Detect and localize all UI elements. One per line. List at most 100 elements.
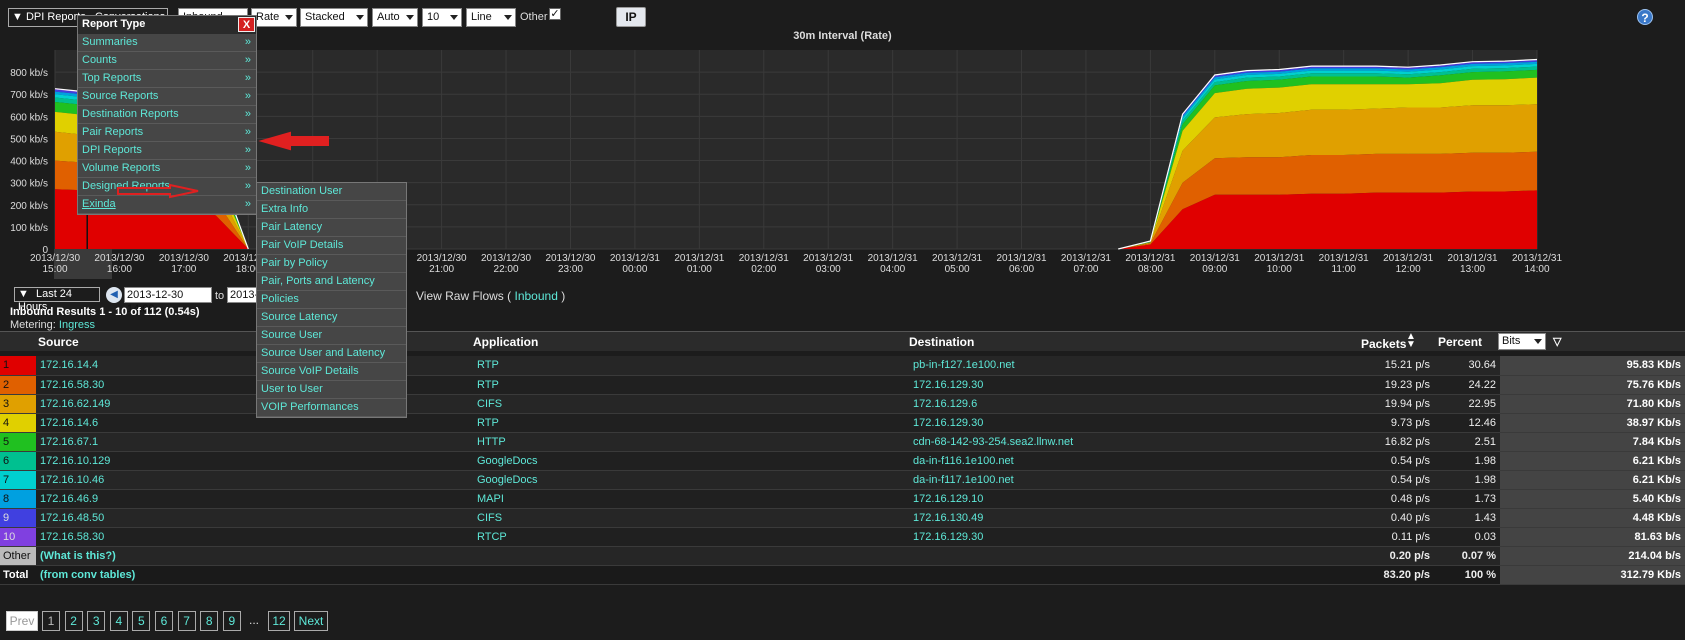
destination-link[interactable]: pb-in-f127.1e100.net — [909, 356, 1329, 376]
chart-style-select[interactable]: Line — [466, 8, 516, 27]
header-source[interactable]: Source — [38, 335, 79, 349]
destination-link[interactable]: cdn-68-142-93-254.sea2.llnw.net — [909, 432, 1329, 452]
from-date-input[interactable]: 2013-12-30 14:00 — [124, 287, 212, 315]
ip-button[interactable]: IP — [616, 7, 646, 27]
source-link[interactable]: 172.16.58.30 — [36, 375, 473, 395]
source-link[interactable]: 172.16.58.30 — [36, 527, 473, 547]
application-link[interactable]: RTCP — [473, 527, 909, 547]
page-9-button[interactable]: 9 — [222, 611, 241, 631]
header-destination[interactable]: Destination — [909, 335, 974, 349]
help-icon[interactable]: ? — [1637, 9, 1653, 25]
header-packets[interactable]: Packets — [1361, 337, 1406, 351]
submenu-item-source-voip-details[interactable]: Source VoIP Details — [257, 363, 406, 381]
submenu-item-source-user-and-latency[interactable]: Source User and Latency — [257, 345, 406, 363]
header-application[interactable]: Application — [473, 335, 538, 349]
scale-select[interactable]: Auto — [372, 8, 418, 27]
next-button[interactable]: Next — [294, 611, 328, 631]
stack-select[interactable]: Stacked — [300, 8, 368, 27]
percent-value: 1.73 — [1434, 489, 1500, 509]
application-link[interactable]: GoogleDocs — [473, 451, 909, 471]
destination-link[interactable]: da-in-f117.1e100.net — [909, 470, 1329, 490]
application-link[interactable]: MAPI — [473, 489, 909, 509]
chevron-right-icon: » — [244, 108, 251, 120]
packets-value: 0.40 p/s — [1329, 508, 1434, 528]
annotation-arrows — [117, 131, 329, 199]
source-link[interactable]: 172.16.67.1 — [36, 432, 473, 452]
menu-item-summaries[interactable]: Summaries » — [78, 34, 256, 52]
column-menu-icon[interactable]: ▽ — [1553, 335, 1561, 348]
destination-link[interactable]: 172.16.130.49 — [909, 508, 1329, 528]
source-link[interactable]: 172.16.14.6 — [36, 413, 473, 433]
x-tick-date: 2013/12/30 — [417, 253, 467, 264]
table-row: 3 172.16.62.149 CIFS 172.16.129.6 19.94 p/s 2… — [0, 394, 1685, 414]
submenu-item-user-to-user[interactable]: User to User — [257, 381, 406, 399]
x-tick-date: 2013/12/31 — [932, 253, 982, 264]
submenu-item-source-user[interactable]: Source User — [257, 327, 406, 345]
destination-link[interactable]: 172.16.129.10 — [909, 489, 1329, 509]
x-tick-time: 14:00 — [1524, 264, 1549, 275]
submenu-item-policies[interactable]: Policies — [257, 291, 406, 309]
x-tick-date: 2013/12/31 — [1254, 253, 1304, 264]
source-link[interactable]: 172.16.62.149 — [36, 394, 473, 414]
page-7-button[interactable]: 7 — [177, 611, 196, 631]
pager-ellipsis: ... — [244, 611, 264, 631]
menu-item-top-reports[interactable]: Top Reports » — [78, 70, 256, 88]
application-link[interactable]: RTP — [473, 413, 909, 433]
submenu-item-source-latency[interactable]: Source Latency — [257, 309, 406, 327]
application-link[interactable]: RTP — [473, 375, 909, 395]
close-icon[interactable]: X — [238, 17, 255, 32]
header-percent[interactable]: Percent — [1438, 335, 1482, 349]
application-link[interactable]: RTP — [473, 356, 909, 376]
source-link[interactable]: 172.16.14.4 — [36, 356, 473, 376]
what-is-this-link[interactable]: (What is this?) — [36, 546, 1329, 566]
percent-value: 1.98 — [1434, 451, 1500, 471]
destination-link[interactable]: 172.16.129.30 — [909, 375, 1329, 395]
table-row: 8 172.16.46.9 MAPI 172.16.129.10 0.48 p/s 1.7… — [0, 489, 1685, 509]
page-3-button[interactable]: 3 — [87, 611, 106, 631]
destination-link[interactable]: 172.16.129.30 — [909, 413, 1329, 433]
submenu-item-pair-voip-details[interactable]: Pair VoIP Details — [257, 237, 406, 255]
x-tick-time: 11:00 — [1332, 264, 1357, 275]
page-6-button[interactable]: 6 — [155, 611, 173, 631]
raw-flows-inbound-link[interactable]: Inbound — [514, 289, 557, 303]
metric-select[interactable]: Rate — [251, 8, 297, 27]
submenu-item-voip-performances[interactable]: VOIP Performances — [257, 399, 406, 417]
range-select[interactable]: ▼ Last 24 Hours — [14, 287, 100, 313]
destination-link[interactable]: 172.16.129.30 — [909, 527, 1329, 547]
menu-item-label: Counts — [82, 54, 117, 66]
page-12-button[interactable]: 12 — [268, 611, 290, 631]
percent-value: 12.46 — [1434, 413, 1500, 433]
x-tick-date: 2013/12/31 — [1512, 253, 1562, 264]
destination-link[interactable]: da-in-f116.1e100.net — [909, 451, 1329, 471]
unit-select[interactable]: Bits — [1498, 333, 1546, 350]
page-8-button[interactable]: 8 — [200, 611, 219, 631]
source-link[interactable]: 172.16.10.129 — [36, 451, 473, 471]
count-select[interactable]: 10 — [422, 8, 462, 27]
page-4-button[interactable]: 4 — [109, 611, 128, 631]
menu-item-source-reports[interactable]: Source Reports » — [78, 88, 256, 106]
other-checkbox[interactable]: ✓ — [549, 8, 561, 20]
menu-item-counts[interactable]: Counts » — [78, 52, 256, 70]
application-link[interactable]: CIFS — [473, 394, 909, 414]
submenu-item-pair-latency[interactable]: Pair Latency — [257, 219, 406, 237]
source-link[interactable]: 172.16.46.9 — [36, 489, 473, 509]
source-link[interactable]: 172.16.48.50 — [36, 508, 473, 528]
page-5-button[interactable]: 5 — [132, 611, 151, 631]
submenu-item-pair-ports-and-latency[interactable]: Pair, Ports and Latency — [257, 273, 406, 291]
x-tick-date: 2013/12/30 — [94, 253, 144, 264]
menu-item-destination-reports[interactable]: Destination Reports » — [78, 106, 256, 124]
submenu-item-extra-info[interactable]: Extra Info — [257, 201, 406, 219]
x-tick-date: 2013/12/31 — [1190, 253, 1240, 264]
application-link[interactable]: HTTP — [473, 432, 909, 452]
submenu-item-pair-by-policy[interactable]: Pair by Policy — [257, 255, 406, 273]
other-row: Other (What is this?) 0.20 p/s 0.07 % 214.04… — [0, 546, 1685, 566]
application-link[interactable]: GoogleDocs — [473, 470, 909, 490]
previous-period-icon[interactable]: ◀ — [106, 287, 122, 303]
page-2-button[interactable]: 2 — [64, 611, 83, 631]
destination-link[interactable]: 172.16.129.6 — [909, 394, 1329, 414]
sort-icon[interactable]: ▲ ▼ — [1406, 332, 1416, 350]
application-link[interactable]: CIFS — [473, 508, 909, 528]
source-link[interactable]: 172.16.10.46 — [36, 470, 473, 490]
rank-swatch: 10 — [0, 527, 36, 547]
bits-value: 4.48 Kb/s — [1500, 508, 1685, 528]
